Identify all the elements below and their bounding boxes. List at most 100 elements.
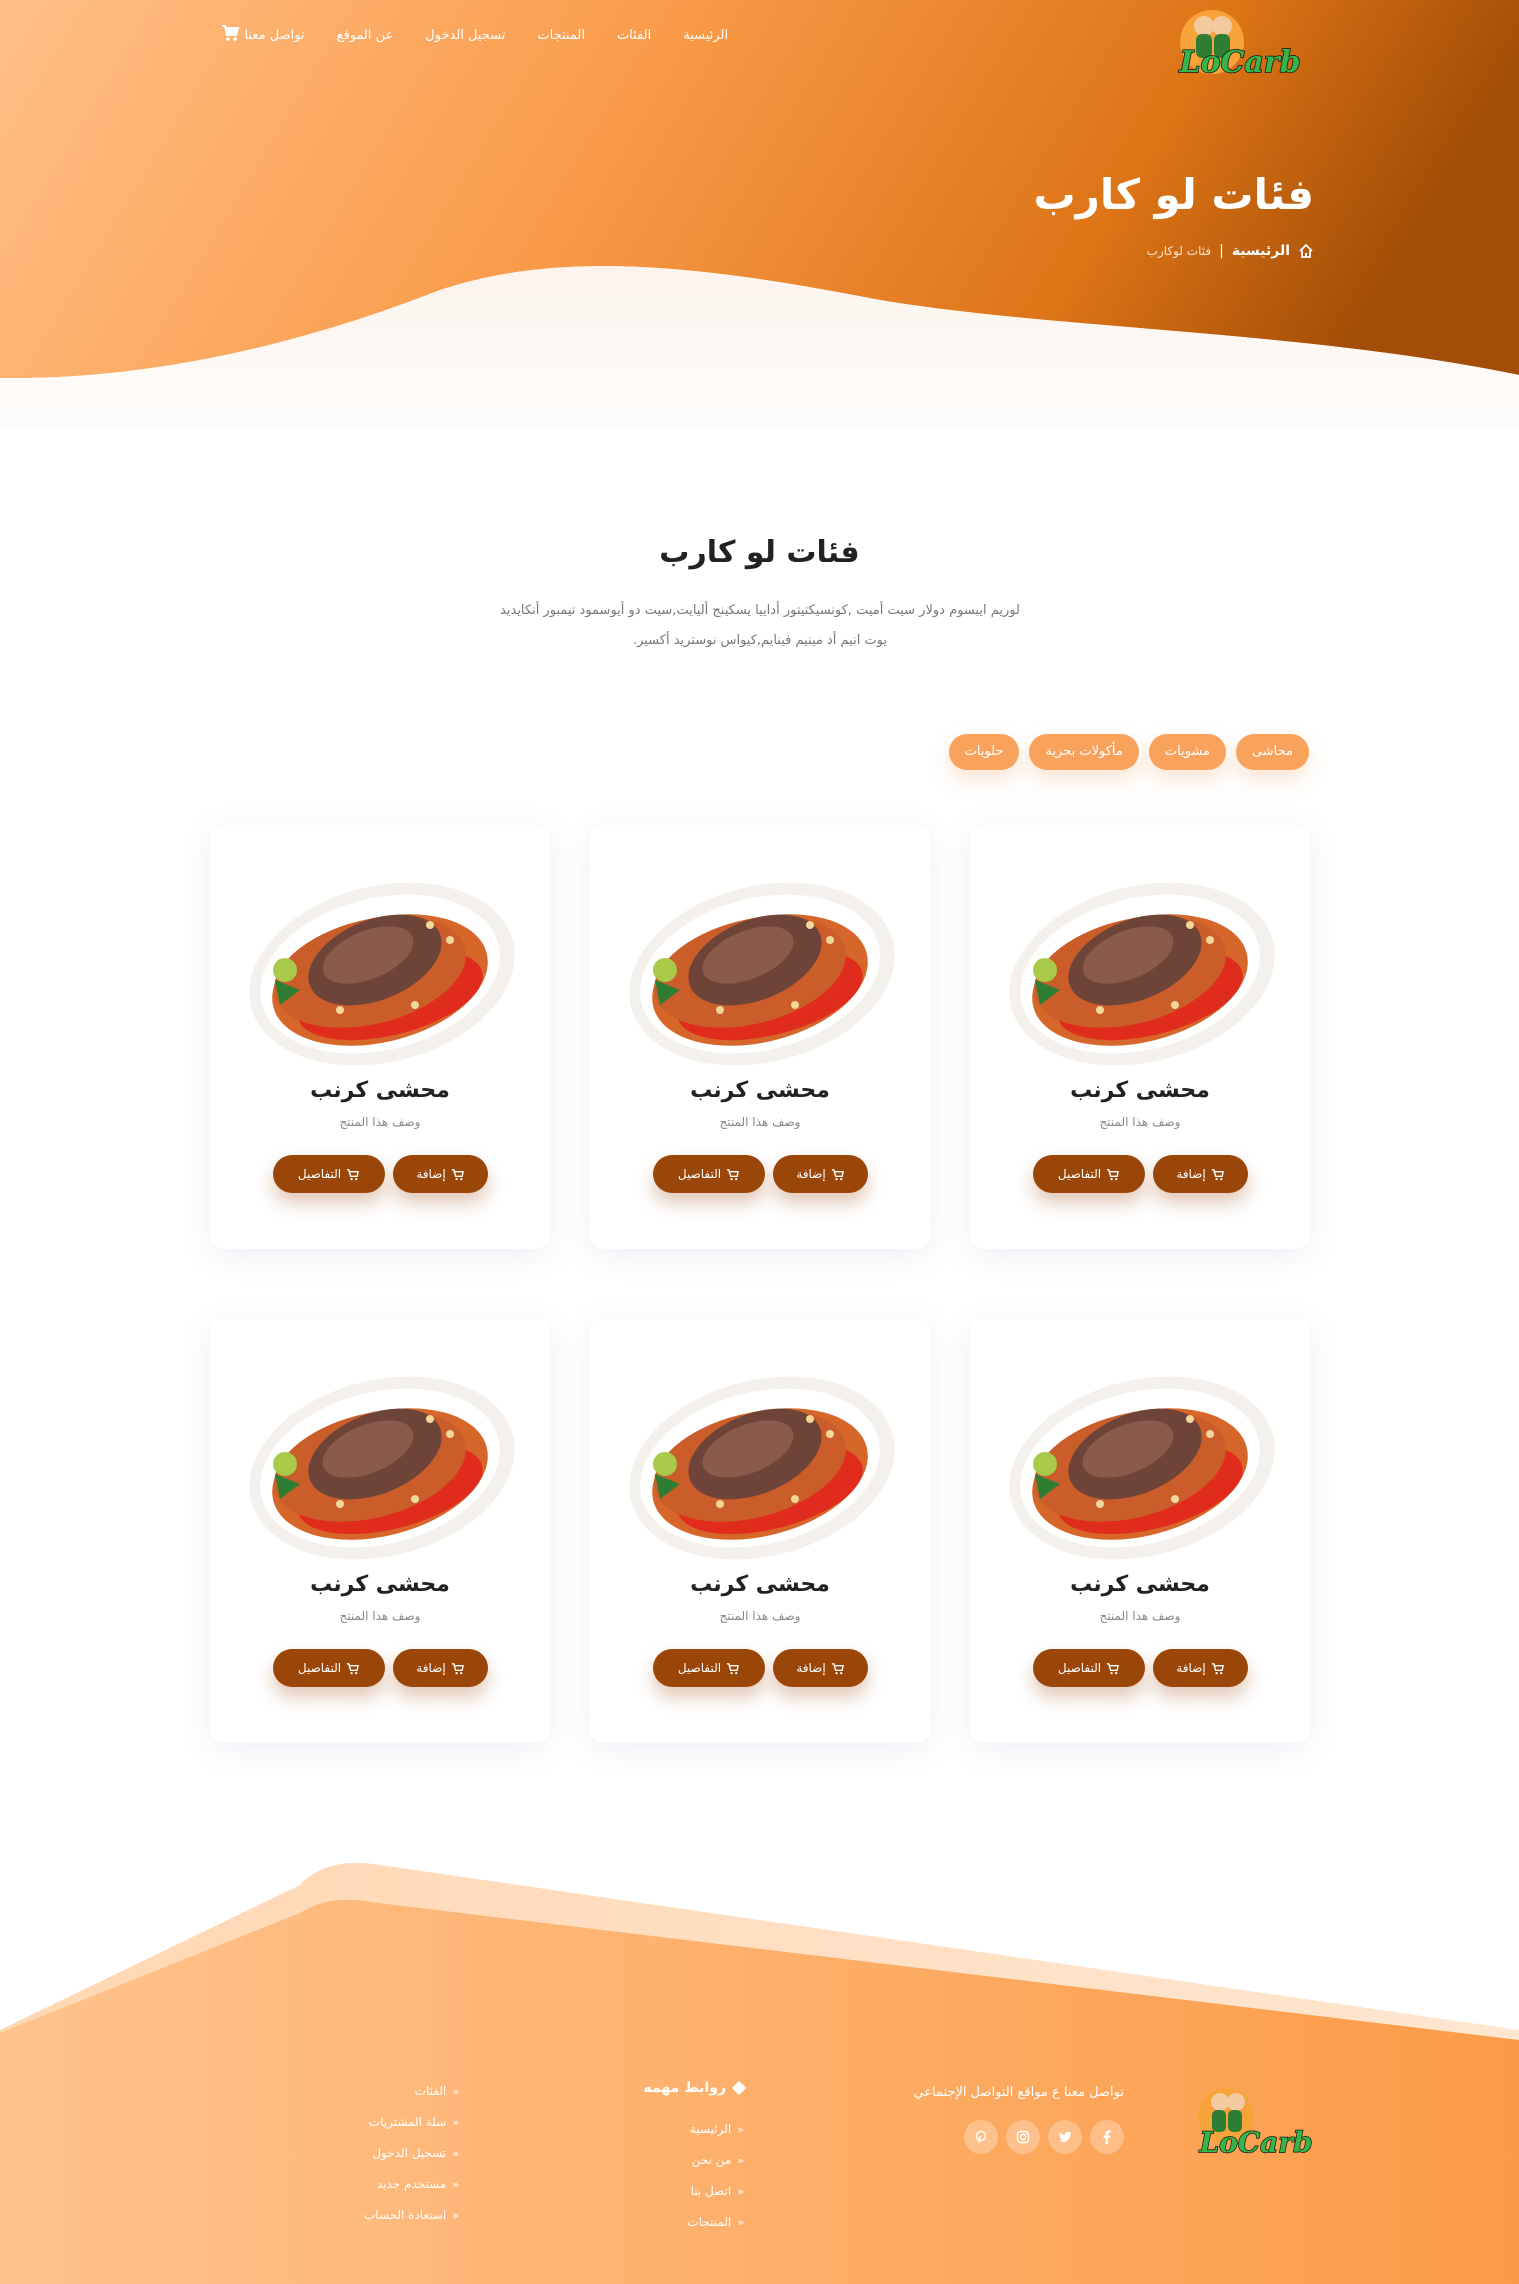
- cart-icon: [347, 1168, 360, 1180]
- section-title: فئات لو كارب: [659, 535, 860, 570]
- site-footer: LoCarb تواصل معنا ع مواقع التواصل الإجتم…: [0, 1855, 1519, 2284]
- product-card: محشى كرنب وصف هذا المنتج إضافة التفاصيل: [970, 1319, 1310, 1743]
- cart-icon: [1211, 1168, 1224, 1180]
- details-label: التفاصيل: [677, 1167, 722, 1181]
- instagram-icon: [1016, 2130, 1030, 2144]
- page-title: فئات لو كارب: [1033, 170, 1314, 219]
- footer-link-cart[interactable]: «سلة المشتريات: [299, 2107, 459, 2138]
- breadcrumb-current: فئات لوكارب: [1146, 244, 1212, 258]
- section-description-line2: يوت انيم أد مينيم فينايم,كيواس نوستريد أ…: [632, 633, 888, 648]
- chevron-left-icon: «: [737, 2185, 744, 2198]
- details-label: التفاصيل: [297, 1661, 342, 1675]
- footer-link-contact[interactable]: «اتصل بنا: [544, 2176, 744, 2207]
- product-image[interactable]: [620, 870, 900, 1070]
- cart-icon: [1211, 1662, 1224, 1674]
- product-actions: إضافة التفاصيل: [970, 1155, 1310, 1193]
- details-label: التفاصيل: [677, 1661, 722, 1675]
- details-button[interactable]: التفاصيل: [1032, 1649, 1145, 1687]
- breadcrumb-separator: |: [1219, 243, 1224, 259]
- footer-logo[interactable]: LoCarb: [1184, 2080, 1314, 2170]
- breadcrumb: الرئيسية | فئات لوكارب: [1147, 243, 1314, 259]
- cart-icon[interactable]: [220, 23, 240, 43]
- details-button[interactable]: التفاصيل: [272, 1649, 385, 1687]
- product-description: وصف هذا المنتج: [339, 1115, 421, 1129]
- product-image[interactable]: [620, 1364, 900, 1564]
- svg-text:LoCarb: LoCarb: [1198, 2126, 1312, 2159]
- add-label: إضافة: [1176, 1167, 1206, 1181]
- footer-link-about[interactable]: «من نحن: [544, 2145, 744, 2176]
- details-button[interactable]: التفاصيل: [1032, 1155, 1145, 1193]
- footer-link-register[interactable]: «مستخدم جديد: [299, 2169, 459, 2200]
- product-card: محشى كرنب وصف هذا المنتج إضافة التفاصيل: [210, 825, 550, 1249]
- footer-link-login[interactable]: «تسجيل الدخول: [299, 2138, 459, 2169]
- product-image[interactable]: [1000, 1364, 1280, 1564]
- chevron-left-icon: «: [452, 2178, 459, 2191]
- cart-icon: [1107, 1168, 1120, 1180]
- instagram-link[interactable]: [1006, 2120, 1040, 2154]
- add-to-cart-button[interactable]: إضافة: [772, 1649, 868, 1687]
- add-to-cart-button[interactable]: إضافة: [392, 1649, 488, 1687]
- product-description: وصف هذا المنتج: [1099, 1115, 1181, 1129]
- links-heading-text: روابط مهمه: [643, 2080, 726, 2096]
- product-description: وصف هذا المنتج: [339, 1609, 421, 1623]
- add-label: إضافة: [416, 1661, 446, 1675]
- product-grid: محشى كرنب وصف هذا المنتج إضافة التفاصيل: [210, 825, 1310, 1743]
- category-filters: محاشى مشويات مأكولات بحرية حلويات: [948, 734, 1309, 770]
- locarb-logo[interactable]: LoCarb: [1154, 4, 1314, 96]
- product-name[interactable]: محشى كرنب: [210, 1572, 550, 1597]
- filter-seafood[interactable]: مأكولات بحرية: [1029, 734, 1139, 770]
- product-name[interactable]: محشى كرنب: [970, 1572, 1310, 1597]
- chevron-left-icon: «: [452, 2116, 459, 2129]
- nav-categories[interactable]: الفئات: [601, 28, 667, 43]
- details-label: التفاصيل: [297, 1167, 342, 1181]
- chevron-left-icon: «: [737, 2216, 744, 2229]
- product-card: محشى كرنب وصف هذا المنتج إضافة التفاصيل: [970, 825, 1310, 1249]
- main-navbar: LoCarb الرئيسية الفئات المنتجات تسجيل ال…: [210, 10, 1314, 81]
- breadcrumb-home[interactable]: الرئيسية: [1232, 243, 1290, 259]
- product-description: وصف هذا المنتج: [719, 1609, 801, 1623]
- filter-grilled[interactable]: مشويات: [1148, 734, 1226, 770]
- nav-login[interactable]: تسجيل الدخول: [409, 28, 521, 43]
- product-name[interactable]: محشى كرنب: [590, 1078, 930, 1103]
- social-links: [964, 2120, 1124, 2154]
- footer-link-categories[interactable]: «الفئات: [299, 2076, 459, 2107]
- cart-icon: [347, 1662, 360, 1674]
- product-image[interactable]: [1000, 870, 1280, 1070]
- filter-stuffed[interactable]: محاشى: [1235, 734, 1309, 770]
- diamond-icon: [731, 2080, 747, 2096]
- footer-link-home[interactable]: «الرئيسية: [544, 2114, 744, 2145]
- product-actions: إضافة التفاصيل: [970, 1649, 1310, 1687]
- pinterest-link[interactable]: [964, 2120, 998, 2154]
- important-links: روابط مهمه «الرئيسية «من نحن «اتصل بنا «…: [544, 2080, 747, 2238]
- product-image[interactable]: [240, 1364, 520, 1564]
- product-image[interactable]: [240, 870, 520, 1070]
- cart-icon: [1107, 1662, 1120, 1674]
- twitter-icon: [1058, 2131, 1072, 2142]
- product-name[interactable]: محشى كرنب: [590, 1572, 930, 1597]
- add-to-cart-button[interactable]: إضافة: [1152, 1649, 1248, 1687]
- nav-contact[interactable]: تواصل معنا: [228, 28, 320, 43]
- nav-about[interactable]: عن الموقع: [321, 28, 410, 43]
- details-button[interactable]: التفاصيل: [652, 1649, 765, 1687]
- footer-link-products[interactable]: «المنتجات: [544, 2207, 744, 2238]
- account-links: «الفئات «سلة المشتريات «تسجيل الدخول «مس…: [299, 2076, 459, 2231]
- product-card: محشى كرنب وصف هذا المنتج إضافة التفاصيل: [210, 1319, 550, 1743]
- details-button[interactable]: التفاصيل: [272, 1155, 385, 1193]
- product-description: وصف هذا المنتج: [719, 1115, 801, 1129]
- twitter-link[interactable]: [1048, 2120, 1082, 2154]
- nav-home[interactable]: الرئيسية: [667, 28, 744, 43]
- home-icon: [1299, 243, 1313, 258]
- add-to-cart-button[interactable]: إضافة: [772, 1155, 868, 1193]
- details-button[interactable]: التفاصيل: [652, 1155, 765, 1193]
- chevron-left-icon: «: [737, 2123, 744, 2136]
- add-to-cart-button[interactable]: إضافة: [1152, 1155, 1248, 1193]
- details-label: التفاصيل: [1057, 1167, 1102, 1181]
- product-name[interactable]: محشى كرنب: [970, 1078, 1310, 1103]
- filter-desserts[interactable]: حلويات: [948, 734, 1020, 770]
- footer-link-recover[interactable]: «استعادة الحساب: [299, 2200, 459, 2231]
- product-name[interactable]: محشى كرنب: [210, 1078, 550, 1103]
- links-heading: روابط مهمه: [544, 2080, 747, 2096]
- facebook-link[interactable]: [1090, 2120, 1124, 2154]
- add-to-cart-button[interactable]: إضافة: [392, 1155, 488, 1193]
- nav-products[interactable]: المنتجات: [521, 28, 601, 43]
